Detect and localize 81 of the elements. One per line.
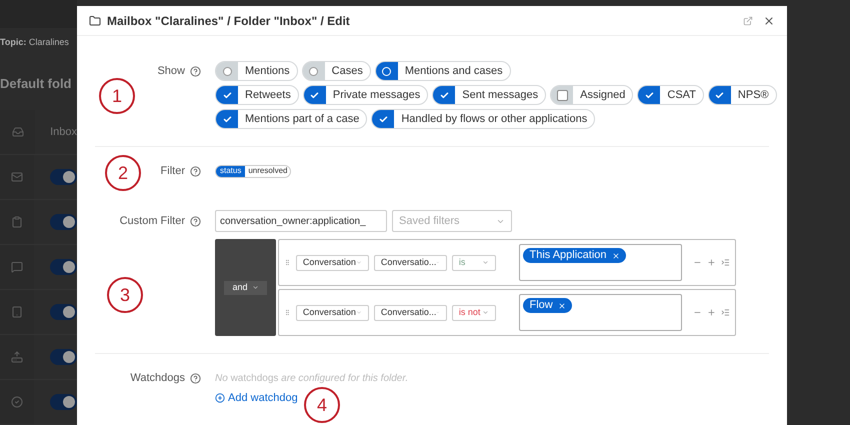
radio-chip[interactable]: Mentions bbox=[215, 61, 298, 81]
toggle-switch[interactable] bbox=[50, 394, 77, 410]
checkbox-chip[interactable]: Assigned bbox=[550, 85, 634, 105]
filter-tag[interactable]: status unresolved bbox=[215, 164, 292, 178]
close-icon[interactable] bbox=[763, 14, 775, 26]
step-number: 1 bbox=[99, 78, 135, 114]
plus-circle-icon bbox=[215, 393, 225, 404]
field-label: Filter bbox=[160, 164, 185, 179]
add-watchdog-link[interactable]: Add watchdog bbox=[215, 390, 298, 406]
toggle-switch[interactable] bbox=[50, 214, 77, 230]
indent-icon[interactable] bbox=[721, 308, 730, 317]
inbox-icon[interactable] bbox=[12, 126, 24, 138]
checkbox-chip[interactable]: Retweets bbox=[215, 85, 299, 105]
radio-icon bbox=[382, 66, 392, 76]
checkbox-chip[interactable]: Private messages bbox=[302, 85, 428, 105]
step-number: 4 bbox=[304, 387, 340, 423]
step-number: 2 bbox=[105, 155, 141, 191]
radio-chip[interactable]: Cases bbox=[302, 61, 371, 81]
tablet-icon[interactable] bbox=[10, 306, 23, 318]
caret-icon bbox=[252, 284, 259, 291]
remove-icon[interactable] bbox=[558, 302, 566, 310]
checkbox-chip[interactable]: NPS® bbox=[708, 85, 777, 105]
check-icon bbox=[222, 90, 232, 100]
check-icon bbox=[310, 90, 320, 100]
check-icon bbox=[222, 114, 232, 124]
toggle-switch[interactable] bbox=[50, 259, 77, 275]
field-label: Watchdogs bbox=[130, 370, 185, 386]
toggle-switch[interactable] bbox=[50, 349, 77, 365]
dialog-title: Mailbox "Claralines" / Folder "Inbox" / Edit bbox=[107, 12, 350, 30]
page-heading: Default fold bbox=[0, 75, 72, 94]
check-icon bbox=[440, 90, 449, 100]
field-label: Show bbox=[157, 64, 185, 79]
caret-icon bbox=[356, 309, 362, 316]
dropdown[interactable]: Conversatio... bbox=[374, 254, 447, 270]
caret-icon bbox=[482, 309, 490, 316]
help-icon[interactable] bbox=[190, 372, 201, 384]
toggle-switch[interactable] bbox=[50, 169, 77, 185]
help-icon[interactable] bbox=[190, 166, 201, 176]
check-circle-icon[interactable] bbox=[10, 396, 23, 408]
drag-handle-icon[interactable] bbox=[284, 259, 291, 266]
help-icon[interactable] bbox=[190, 66, 201, 76]
plus-icon[interactable] bbox=[707, 258, 716, 267]
operator-select[interactable]: and bbox=[224, 280, 267, 294]
plus-icon[interactable] bbox=[707, 308, 716, 317]
clipboard-icon[interactable] bbox=[10, 216, 23, 228]
field-label: Custom Filter bbox=[120, 214, 185, 229]
external-link-icon[interactable] bbox=[743, 16, 753, 26]
folder-icon bbox=[89, 14, 101, 26]
checkbox-chip[interactable]: Mentions part of a case bbox=[215, 109, 368, 129]
dropdown[interactable]: Conversatio... bbox=[374, 304, 447, 320]
checkbox-chip[interactable]: Handled by flows or other applications bbox=[371, 109, 596, 129]
radio-icon bbox=[309, 66, 318, 76]
dropdown[interactable]: Conversation bbox=[296, 304, 369, 320]
checkbox-icon bbox=[556, 90, 568, 100]
drag-handle-icon[interactable] bbox=[284, 309, 291, 316]
value-tag[interactable]: This Application bbox=[523, 248, 626, 263]
tray-upload-icon[interactable] bbox=[10, 351, 23, 363]
chat-icon[interactable] bbox=[10, 261, 23, 273]
dropdown[interactable]: is not bbox=[452, 304, 496, 320]
empty-note: No watchdogs are configured for this folder. bbox=[215, 372, 408, 386]
remove-icon[interactable] bbox=[612, 252, 620, 260]
check-icon bbox=[378, 114, 388, 124]
radio-icon bbox=[222, 66, 232, 76]
breadcrumb: Topic: Claralines bbox=[0, 36, 69, 50]
step-number: 3 bbox=[107, 277, 143, 313]
toggle-switch[interactable] bbox=[50, 304, 77, 320]
check-icon bbox=[715, 90, 724, 100]
dropdown[interactable]: Conversation bbox=[296, 254, 369, 270]
checkbox-chip[interactable]: Sent messages bbox=[432, 85, 546, 105]
query-input[interactable]: conversation_owner:application_ bbox=[215, 210, 387, 232]
caret-icon bbox=[356, 259, 362, 266]
checkbox-chip[interactable]: CSAT bbox=[637, 85, 704, 105]
radio-chip[interactable]: Mentions and cases bbox=[374, 61, 511, 81]
value-tag[interactable]: Flow bbox=[523, 298, 572, 313]
check-icon bbox=[644, 90, 654, 100]
indent-icon[interactable] bbox=[721, 258, 730, 267]
value-field[interactable]: Flow bbox=[519, 294, 682, 331]
value-field[interactable]: This Application bbox=[519, 244, 682, 281]
envelope-icon[interactable] bbox=[10, 171, 23, 183]
help-icon[interactable] bbox=[190, 216, 201, 226]
caret-icon bbox=[482, 259, 490, 266]
